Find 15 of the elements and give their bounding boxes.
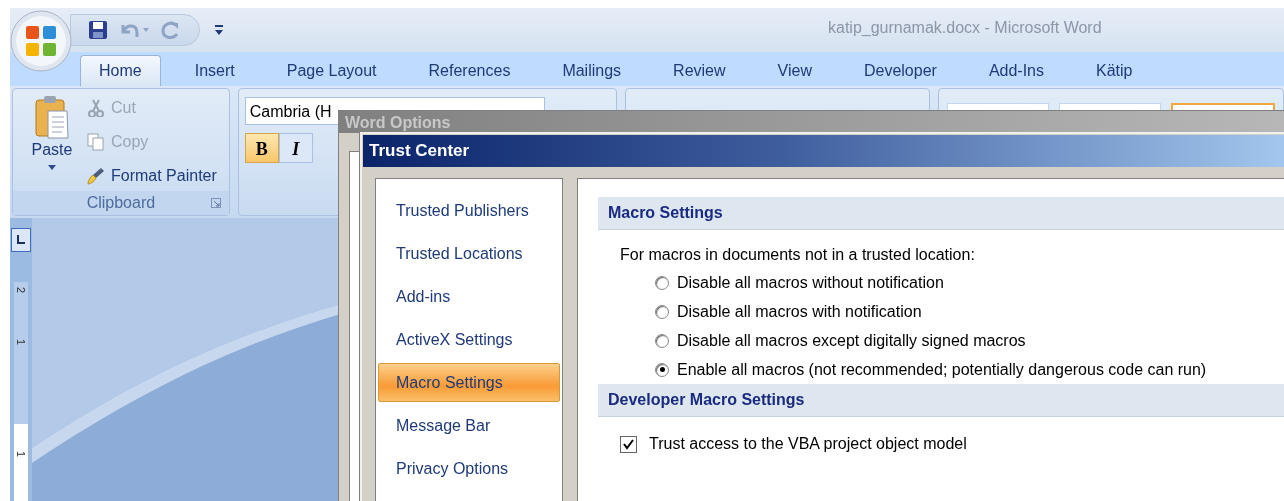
option-label: Disable all macros with notification xyxy=(677,302,922,321)
dialog-title: Trust Center xyxy=(363,135,1284,167)
ruler-number: 1 xyxy=(15,450,27,458)
option-label: Enable all macros (not recommended; potentially dangerous code can run) xyxy=(677,360,1207,379)
option-label: Disable all macros except digitally signed macros xyxy=(677,331,1026,350)
instruction-text: For macros in documents not in a trusted location: xyxy=(620,246,976,264)
ruler-number: 1 xyxy=(15,338,27,346)
dialog-title: Word Options xyxy=(339,111,1284,133)
ruler-number: 2 xyxy=(15,286,27,294)
window-title: katip_gurnamak.docx - Microsoft Word xyxy=(828,19,1102,37)
section-heading: Macro Settings xyxy=(598,197,1284,230)
checkbox-label: Trust access to the VBA project object model xyxy=(649,435,967,453)
group-label: Clipboard xyxy=(86,194,156,212)
option-label: Disable all macros without notification xyxy=(677,273,944,292)
section-heading: Developer Macro Settings xyxy=(598,384,1284,417)
